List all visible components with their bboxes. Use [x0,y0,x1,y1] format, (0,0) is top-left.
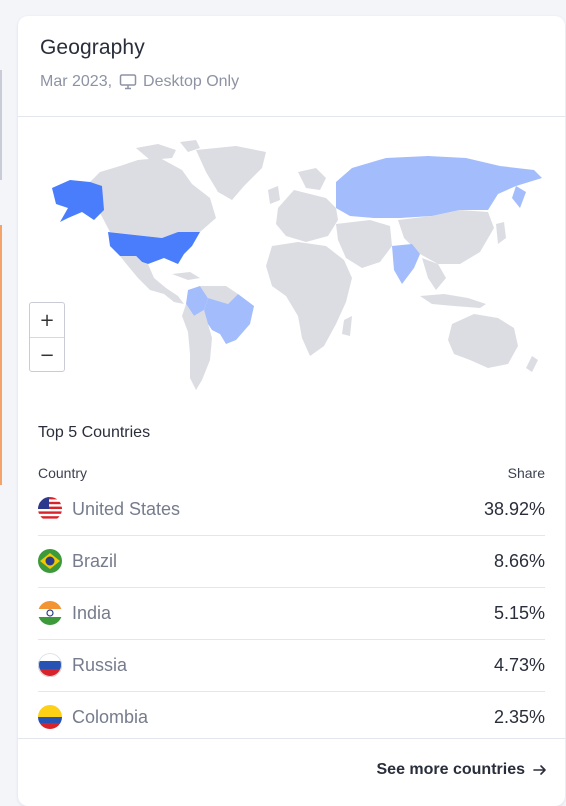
country-name[interactable]: Russia [72,655,127,676]
country-share: 2.35% [493,707,545,727]
flag-us-icon [38,497,62,521]
flag-in-icon [38,601,62,625]
africa-shape [266,242,352,356]
country-share: 8.66% [493,551,545,571]
indonesia-shape [420,294,486,308]
zoom-in-button[interactable]: + [30,303,64,337]
caribbean-shape [172,272,200,280]
share-column-header: Share [507,465,545,481]
country-column-header: Country [38,465,88,481]
madagascar-shape [342,316,352,336]
zoom-out-button[interactable]: − [30,338,64,372]
greenland-shape [196,146,266,200]
country-name[interactable]: Brazil [72,551,117,572]
footer-divider [18,738,565,739]
table-row: India 5.15% [38,588,545,640]
zoom-controls: + − [29,302,65,372]
world-map[interactable] [40,128,548,390]
country-share: 38.92% [483,499,545,519]
device-label: Desktop Only [143,73,240,90]
flag-co-icon [38,705,62,729]
table-row: Russia 4.73% [38,640,545,692]
monitor-icon [119,73,137,91]
flag-ru-icon [38,653,62,677]
arctic-islands-shape [136,140,200,160]
see-more-countries-link[interactable]: See more countries [377,761,548,779]
geography-card: Geography Mar 2023, Desktop Only + − Top… [18,16,565,806]
country-name[interactable]: United States [72,499,180,520]
mexico-shape [120,256,184,304]
country-name[interactable]: Colombia [72,707,148,728]
country-share: 5.15% [493,603,545,623]
europe-shape [276,190,338,242]
table-row: Colombia 2.35% [38,692,545,743]
country-share: 4.73% [493,655,545,675]
arrow-right-icon [533,763,547,777]
india-shape [392,244,420,284]
canada-shape [86,158,216,238]
top-countries-title: Top 5 Countries [38,424,151,441]
russia-shape [336,156,542,218]
header-divider [18,116,565,117]
australia-shape [448,314,518,368]
flag-br-icon [38,549,62,573]
country-name[interactable]: India [72,603,111,624]
middle-east-shape [336,220,392,268]
alaska-shape [52,180,104,222]
new-zealand-shape [526,356,538,372]
card-subtitle: Mar 2023, Desktop Only [40,73,239,91]
card-title: Geography [40,36,145,59]
countries-table: United States 38.92% Brazil 8.66% India … [38,484,545,743]
table-row: United States 38.92% [38,484,545,536]
see-more-label: See more countries [376,761,526,778]
table-row: Brazil 8.66% [38,536,545,588]
japan-shape [496,222,506,244]
period-label: Mar 2023, [40,73,113,90]
background-accent-bar [0,225,2,485]
kamchatka-shape [512,186,526,208]
background-divider [0,70,2,180]
